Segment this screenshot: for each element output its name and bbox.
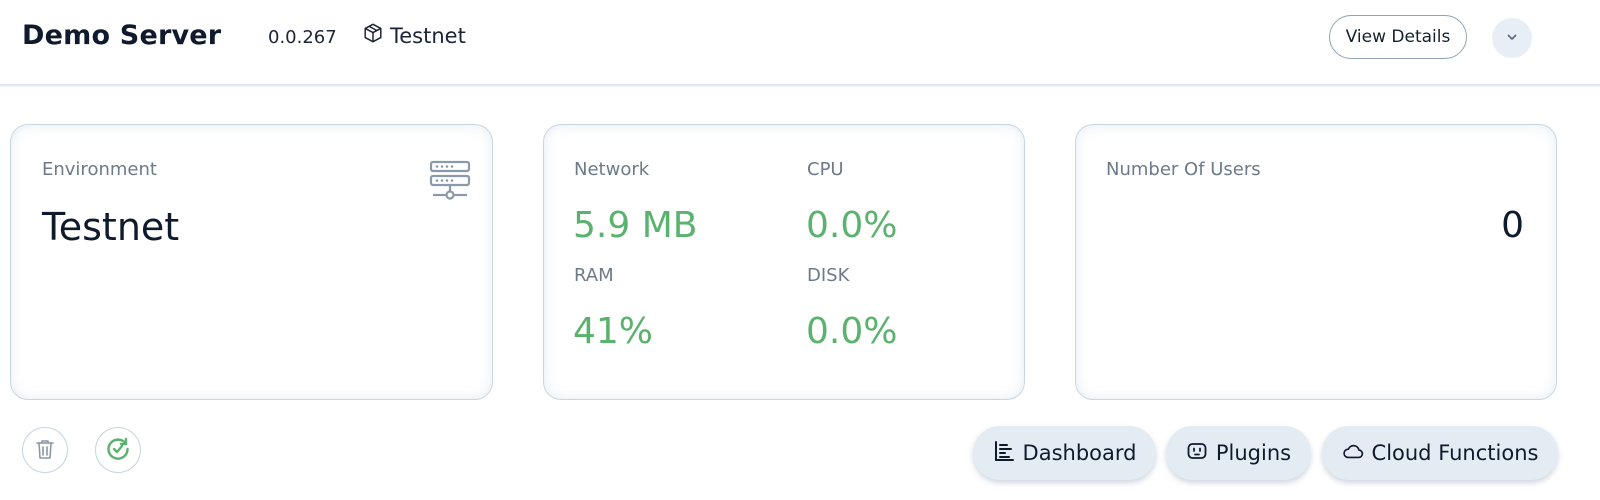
disk-value: 0.0%	[806, 311, 898, 352]
server-name: Demo Server	[22, 20, 222, 51]
plugins-button[interactable]: Plugins	[1166, 426, 1311, 480]
ram-value: 41%	[573, 311, 654, 352]
view-details-button[interactable]: View Details	[1329, 15, 1467, 59]
disk-label: DISK	[807, 265, 850, 286]
cpu-label: CPU	[807, 159, 844, 180]
network-value: 5.9 MB	[573, 205, 698, 246]
chevron-down-icon	[1505, 30, 1519, 47]
delete-server-button[interactable]	[22, 427, 68, 473]
trash-icon	[35, 438, 55, 463]
server-stats-card: Network CPU 5.9 MB 0.0% RAM DISK 41% 0.0…	[543, 124, 1025, 400]
environment-value: Testnet	[42, 205, 180, 249]
refresh-check-icon	[105, 436, 131, 465]
restart-server-button[interactable]	[95, 427, 141, 473]
cloud-icon	[1342, 440, 1364, 467]
plugins-label: Plugins	[1215, 441, 1292, 465]
environment-tag: Testnet	[362, 22, 466, 49]
users-value: 0	[1501, 205, 1524, 246]
server-version: 0.0.267	[268, 27, 337, 48]
users-card: Number Of Users 0	[1075, 124, 1557, 400]
ram-label: RAM	[574, 265, 614, 286]
cloud-functions-button[interactable]: Cloud Functions	[1322, 426, 1558, 480]
server-header: Demo Server 0.0.267 Testnet View Details	[0, 0, 1600, 86]
environment-label: Environment	[42, 159, 157, 180]
dashboard-bars-icon	[993, 440, 1015, 467]
environment-card: Environment Testnet	[10, 124, 493, 400]
cloud-functions-label: Cloud Functions	[1371, 441, 1539, 465]
dashboard-button[interactable]: Dashboard	[973, 426, 1156, 480]
cube-icon	[362, 22, 384, 49]
environment-tag-label: Testnet	[390, 23, 466, 48]
plug-icon	[1186, 440, 1208, 467]
server-icon	[429, 159, 471, 201]
users-label: Number Of Users	[1106, 159, 1261, 180]
expand-button[interactable]	[1492, 18, 1532, 58]
network-label: Network	[574, 159, 650, 180]
cpu-value: 0.0%	[806, 205, 898, 246]
dashboard-label: Dashboard	[1022, 441, 1137, 465]
